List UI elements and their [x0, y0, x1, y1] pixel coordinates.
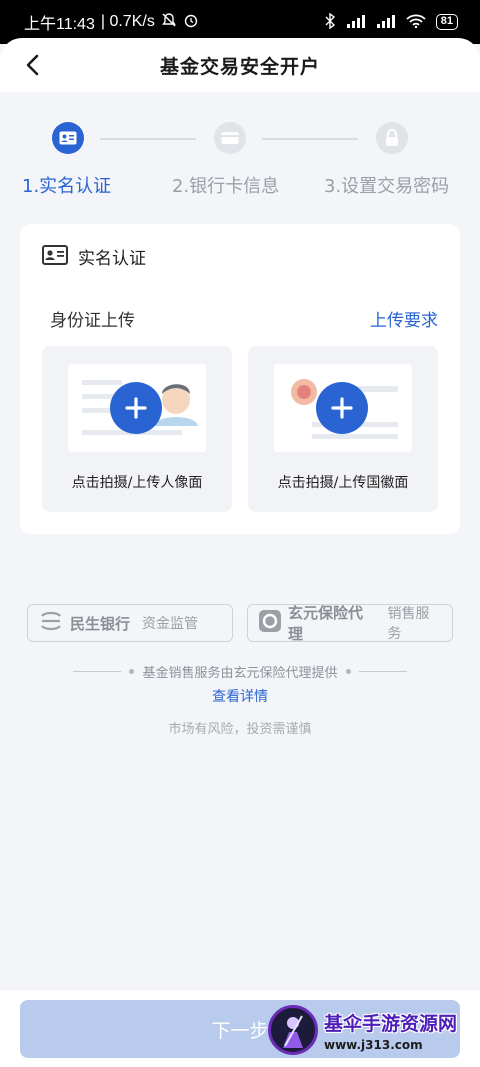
divider — [358, 671, 407, 672]
step-label-password: 3.设置交易密码 — [324, 176, 450, 197]
step-label-identity: 1.实名认证 — [22, 176, 112, 197]
view-details-link[interactable]: 查看详情 — [0, 686, 480, 706]
plus-icon — [110, 382, 162, 434]
alarm-icon — [183, 12, 199, 33]
signal-icon — [346, 14, 366, 31]
provider-note-text: 基金销售服务由玄元保险代理提供 — [142, 666, 338, 681]
xuanyuan-insurance-logo-icon — [258, 609, 282, 637]
partner-role: 销售服务 — [387, 606, 430, 642]
battery-indicator: 81 — [435, 14, 458, 30]
partner-badge-minsheng: 民生银行 资金监管 — [27, 604, 233, 642]
identity-card-panel: 实名认证 身份证上传 上传要求 点击拍摄/上传人像面 点击拍摄/上传国徽面 — [20, 224, 460, 534]
section-title: 实名认证 — [78, 249, 146, 269]
step-connector — [262, 138, 358, 140]
back-button[interactable] — [18, 50, 48, 80]
plus-icon — [316, 382, 368, 434]
id-card-icon — [52, 122, 84, 154]
partner-name: 玄元保险代理 — [288, 604, 364, 643]
id-card-icon — [42, 244, 68, 269]
wifi-icon — [406, 14, 426, 31]
page-header: 基金交易安全开户 — [0, 38, 480, 92]
partner-role: 资金监管 — [142, 616, 199, 632]
upload-title: 身份证上传 — [50, 311, 135, 331]
upload-front-caption: 点击拍摄/上传人像面 — [71, 475, 203, 491]
partner-name: 民生银行 — [70, 614, 131, 633]
watermark-url: www.j313.com — [324, 1037, 423, 1052]
watermark: 基伞手游资源网 www.j313.com — [268, 1000, 476, 1060]
step-label-bank-card: 2.银行卡信息 — [172, 176, 280, 197]
status-time: 上午11:43 — [24, 16, 95, 33]
progress-stepper: 1.实名认证 2.银行卡信息 3.设置交易密码 — [0, 92, 480, 212]
lock-icon — [376, 122, 408, 154]
upload-requirements-link[interactable]: 上传要求 — [370, 306, 438, 331]
upload-back-button[interactable]: 点击拍摄/上传国徽面 — [248, 346, 438, 512]
watermark-title: 基伞手游资源网 — [324, 1012, 458, 1035]
risk-warning: 市场有风险，投资需谨慎 — [168, 722, 312, 737]
page-title: 基金交易安全开户 — [159, 55, 320, 78]
minsheng-bank-logo-icon — [38, 610, 64, 636]
chevron-left-icon — [26, 54, 39, 76]
bluetooth-icon — [324, 12, 336, 32]
divider-dot — [129, 669, 135, 674]
mute-bell-icon — [161, 12, 177, 33]
upload-front-button[interactable]: 点击拍摄/上传人像面 — [42, 346, 232, 512]
divider-dot — [345, 669, 351, 674]
provider-note: 基金销售服务由玄元保险代理提供 — [0, 662, 480, 681]
upload-back-caption: 点击拍摄/上传国徽面 — [277, 475, 409, 491]
bank-card-icon — [214, 122, 246, 154]
watermark-logo-icon — [268, 1005, 318, 1055]
step-connector — [100, 138, 196, 140]
signal-icon — [376, 14, 396, 31]
section-header: 实名认证 — [42, 244, 146, 269]
divider — [73, 671, 122, 672]
status-network-speed: | 0.7K/s — [100, 13, 155, 30]
partner-badge-xuanyuan: 玄元保险代理 销售服务 — [247, 604, 453, 643]
